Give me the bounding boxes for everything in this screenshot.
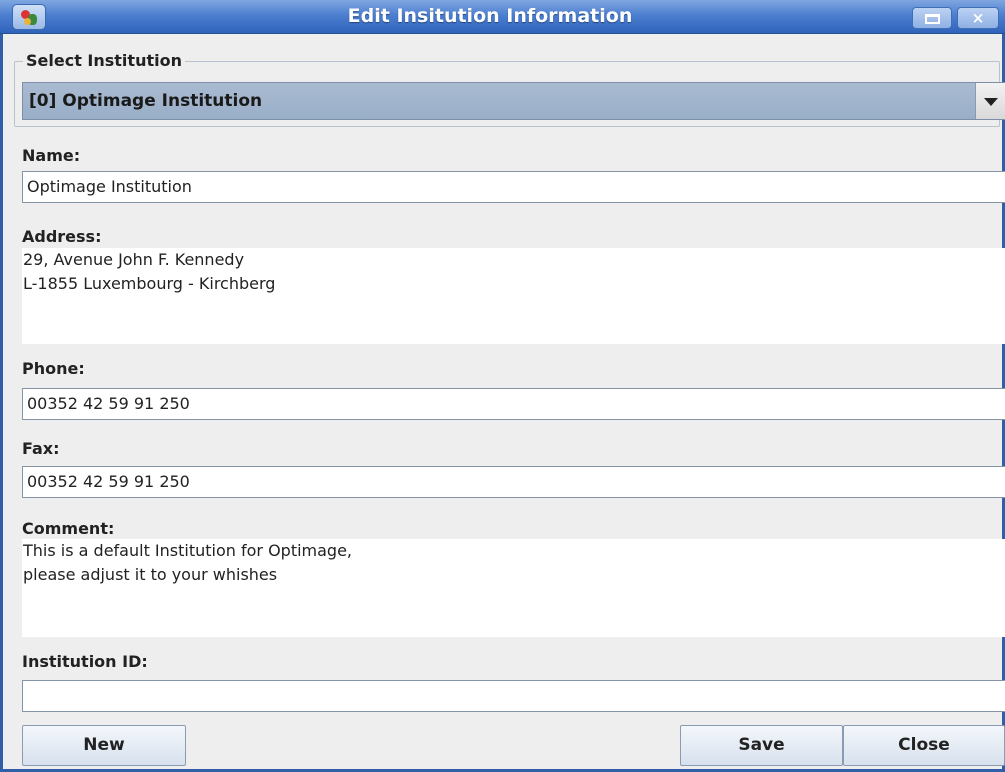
- phone-label: Phone:: [22, 359, 85, 378]
- name-input[interactable]: Optimage Institution: [22, 171, 1005, 203]
- dropdown-arrow-button[interactable]: [975, 83, 1005, 119]
- select-institution-title: Select Institution: [23, 51, 185, 71]
- close-button[interactable]: Close: [843, 725, 1005, 766]
- institution-id-label: Institution ID:: [22, 652, 148, 671]
- maximize-icon: [925, 14, 940, 24]
- institution-select-value: [0] Optimage Institution: [29, 91, 263, 111]
- new-button[interactable]: New: [22, 725, 186, 766]
- institution-id-input[interactable]: [22, 680, 1005, 712]
- maximize-button[interactable]: [912, 7, 952, 29]
- close-icon: ×: [971, 9, 985, 27]
- phone-input[interactable]: 00352 42 59 91 250: [22, 388, 1005, 420]
- comment-textarea[interactable]: This is a default Institution for Optima…: [22, 539, 1005, 637]
- title-bar[interactable]: Edit Insitution Information ×: [0, 0, 1005, 34]
- address-textarea[interactable]: 29, Avenue John F. Kennedy L-1855 Luxemb…: [22, 248, 1005, 344]
- chevron-down-icon: [984, 98, 998, 106]
- name-label: Name:: [22, 146, 81, 165]
- fax-label: Fax:: [22, 439, 60, 458]
- fax-input[interactable]: 00352 42 59 91 250: [22, 466, 1005, 498]
- close-window-button[interactable]: ×: [957, 7, 999, 29]
- edit-institution-window: Edit Insitution Information × Select Ins…: [0, 0, 1005, 772]
- institution-select[interactable]: [0] Optimage Institution: [22, 82, 1005, 120]
- comment-label: Comment:: [22, 519, 115, 538]
- address-label: Address:: [22, 227, 102, 246]
- window-title: Edit Insitution Information: [347, 5, 633, 27]
- save-button[interactable]: Save: [680, 725, 843, 766]
